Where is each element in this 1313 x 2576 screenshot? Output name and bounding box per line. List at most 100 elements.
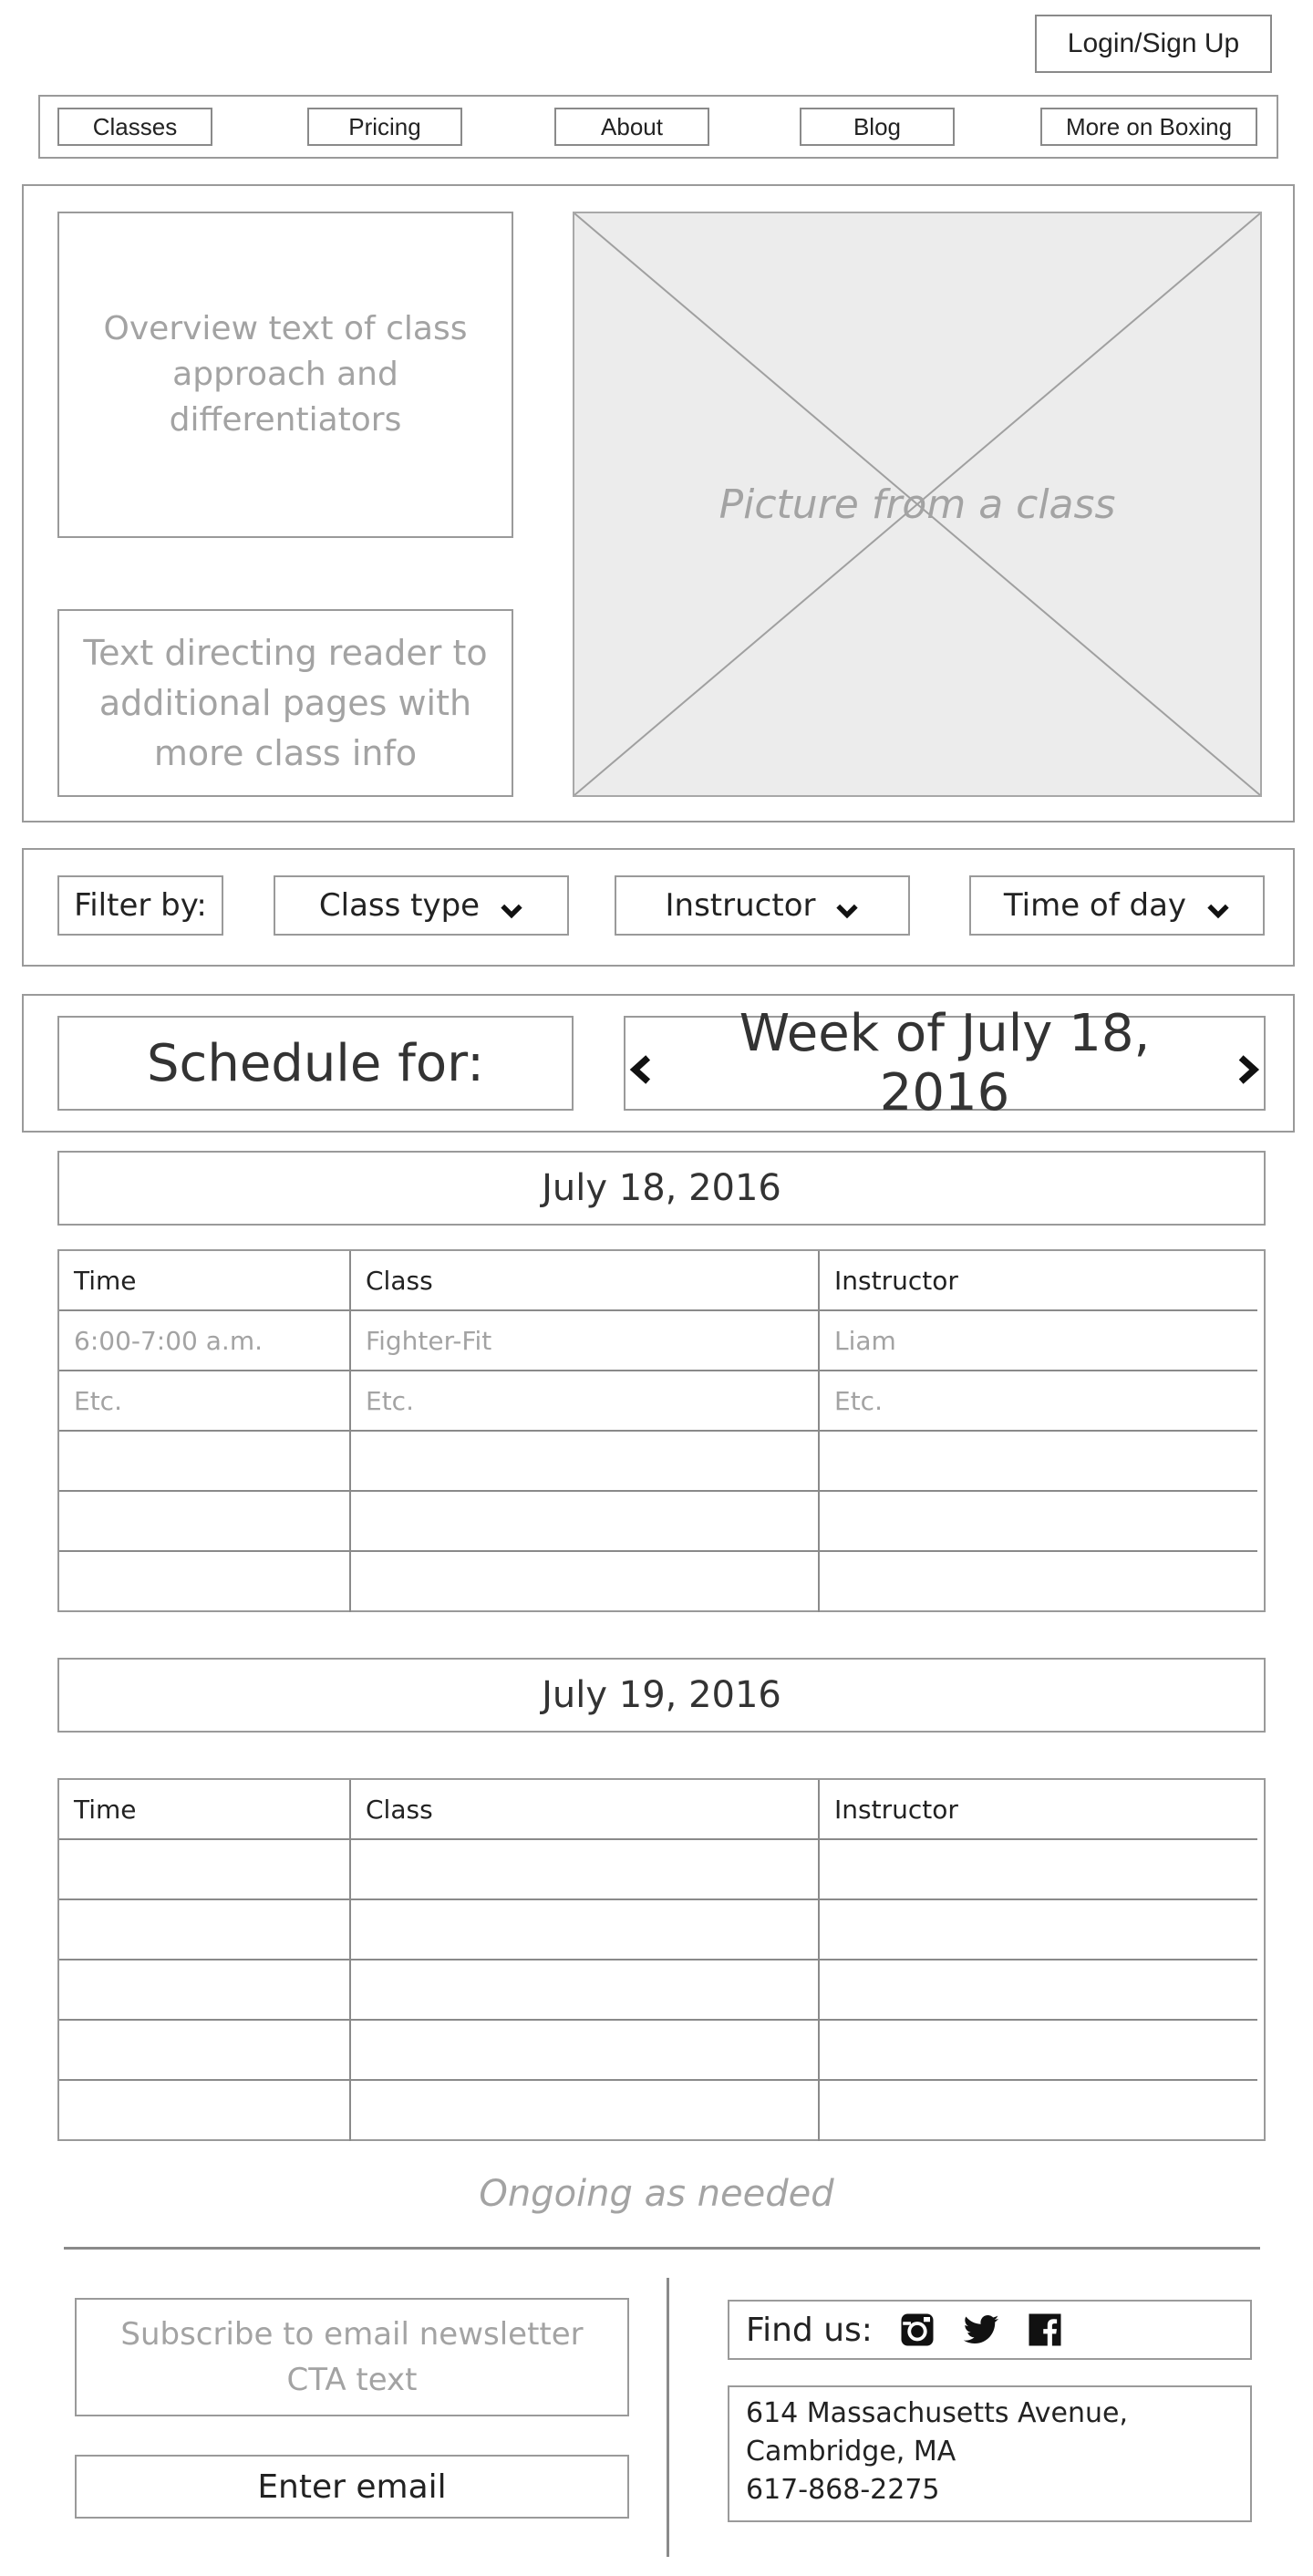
directing-text: Text directing reader to additional page… <box>83 632 488 773</box>
cell-instructor <box>820 2081 1257 2141</box>
ongoing-text: Ongoing as needed <box>479 2173 834 2215</box>
address-line-2: Cambridge, MA <box>746 2436 956 2467</box>
cell-class <box>351 1840 820 1900</box>
column-header-time: Time <box>59 1251 351 1311</box>
day-date: July 18, 2016 <box>542 1167 781 1209</box>
cell-time <box>59 1960 351 2021</box>
find-us-label: Find us: <box>746 2311 873 2349</box>
cell-time <box>59 2021 351 2081</box>
column-header-instructor: Instructor <box>820 1251 1257 1311</box>
phone-number: 617-868-2275 <box>746 2474 940 2506</box>
cell-class <box>351 2021 820 2081</box>
cell-time <box>59 1432 351 1492</box>
cell-class <box>351 1552 820 1612</box>
directing-text-box: Text directing reader to additional page… <box>57 609 513 797</box>
cell-class <box>351 1960 820 2021</box>
chevron-down-icon <box>835 894 859 919</box>
table-row <box>59 1840 1264 1900</box>
cell-instructor <box>820 1960 1257 2021</box>
cell-time: Etc. <box>59 1371 351 1432</box>
cell-time <box>59 1492 351 1552</box>
filter-label: Filter by: <box>57 875 223 936</box>
login-signup-button[interactable]: Login/Sign Up <box>1035 15 1272 73</box>
table-header-row: Time Class Instructor <box>59 1251 1264 1311</box>
footer-vertical-divider <box>667 2278 669 2557</box>
cell-instructor <box>820 1840 1257 1900</box>
week-label: Week of July 18, 2016 <box>739 1004 1151 1122</box>
cell-class: Etc. <box>351 1371 820 1432</box>
day-date: July 19, 2016 <box>542 1674 781 1716</box>
cell-class: Fighter-Fit <box>351 1311 820 1371</box>
table-row: Etc. Etc. Etc. <box>59 1371 1264 1432</box>
cell-class <box>351 2081 820 2141</box>
instagram-icon[interactable] <box>898 2311 936 2349</box>
table-row <box>59 1552 1264 1612</box>
schedule-for-label: Schedule for: <box>57 1016 574 1111</box>
address-line-1: 614 Massachusetts Avenue, <box>746 2397 1129 2429</box>
cell-instructor: Liam <box>820 1311 1257 1371</box>
time-of-day-label: Time of day <box>1003 887 1187 924</box>
image-caption: Picture from a class <box>719 481 1116 528</box>
cell-instructor: Etc. <box>820 1371 1257 1432</box>
cell-class <box>351 1900 820 1960</box>
nav-about[interactable]: About <box>554 108 709 146</box>
facebook-icon[interactable] <box>1026 2311 1064 2349</box>
cell-class <box>351 1492 820 1552</box>
nav-classes[interactable]: Classes <box>57 108 212 146</box>
filter-label-text: Filter by: <box>74 887 207 924</box>
table-row <box>59 1960 1264 2021</box>
table-row <box>59 1432 1264 1492</box>
chevron-right-icon[interactable] <box>1232 1043 1264 1084</box>
cell-time: 6:00-7:00 a.m. <box>59 1311 351 1371</box>
table-row <box>59 1900 1264 1960</box>
column-header-class: Class <box>351 1780 820 1840</box>
nav-blog[interactable]: Blog <box>800 108 955 146</box>
day-header: July 18, 2016 <box>57 1151 1266 1226</box>
twitter-icon[interactable] <box>962 2311 1000 2349</box>
footer-divider <box>64 2247 1260 2250</box>
table-row: 6:00-7:00 a.m. Fighter-Fit Liam <box>59 1311 1264 1371</box>
table-row <box>59 1492 1264 1552</box>
day-header: July 19, 2016 <box>57 1658 1266 1733</box>
instructor-dropdown[interactable]: Instructor <box>615 875 910 936</box>
address-box: 614 Massachusetts Avenue, Cambridge, MA … <box>728 2385 1252 2522</box>
email-placeholder: Enter email <box>257 2467 447 2506</box>
schedule-table: Time Class Instructor 6:00-7:00 a.m. Fig… <box>57 1249 1266 1612</box>
instructor-label: Instructor <box>665 887 816 924</box>
cell-instructor <box>820 1432 1257 1492</box>
ongoing-note: Ongoing as needed <box>0 2167 1313 2221</box>
column-header-time: Time <box>59 1780 351 1840</box>
class-picture-placeholder: Picture from a class <box>573 212 1262 797</box>
table-row <box>59 2081 1264 2141</box>
class-type-label: Class type <box>318 887 481 924</box>
class-type-dropdown[interactable]: Class type <box>274 875 569 936</box>
cell-class <box>351 1432 820 1492</box>
cell-instructor <box>820 1492 1257 1552</box>
chevron-down-icon <box>1206 894 1230 919</box>
cell-instructor <box>820 1900 1257 1960</box>
nav-pricing[interactable]: Pricing <box>307 108 462 146</box>
chevron-down-icon <box>500 894 523 919</box>
cell-time <box>59 1900 351 1960</box>
column-header-instructor: Instructor <box>820 1780 1257 1840</box>
cell-time <box>59 1552 351 1612</box>
cell-time <box>59 2081 351 2141</box>
newsletter-text: Subscribe to email newsletter CTA text <box>120 2316 584 2398</box>
table-header-row: Time Class Instructor <box>59 1780 1264 1840</box>
cell-instructor <box>820 2021 1257 2081</box>
email-input[interactable]: Enter email <box>75 2455 629 2519</box>
table-row <box>59 2021 1264 2081</box>
week-selector: Week of July 18, 2016 <box>624 1004 1266 1122</box>
cell-time <box>59 1840 351 1900</box>
find-us-box: Find us: <box>728 2300 1252 2360</box>
column-header-class: Class <box>351 1251 820 1311</box>
overview-text: Overview text of class approach and diff… <box>103 310 468 439</box>
newsletter-cta: Subscribe to email newsletter CTA text <box>75 2298 629 2416</box>
overview-text-box: Overview text of class approach and diff… <box>57 212 513 538</box>
schedule-for-text: Schedule for: <box>146 1033 484 1093</box>
cell-instructor <box>820 1552 1257 1612</box>
schedule-table: Time Class Instructor <box>57 1778 1266 2141</box>
chevron-left-icon[interactable] <box>625 1043 657 1084</box>
time-of-day-dropdown[interactable]: Time of day <box>969 875 1265 936</box>
nav-more-on-boxing[interactable]: More on Boxing <box>1040 108 1257 146</box>
